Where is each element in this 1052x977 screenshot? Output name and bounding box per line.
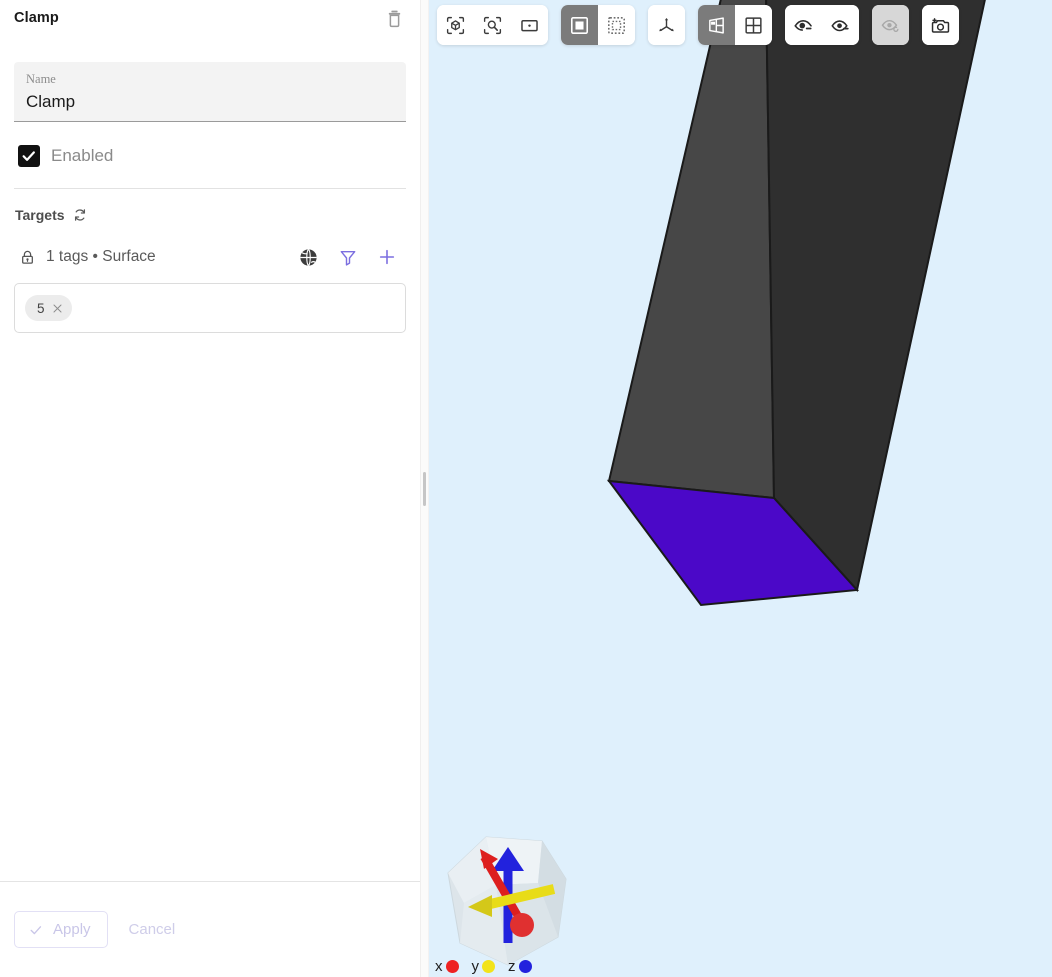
targets-summary-left: 1 tags • Surface [19, 248, 298, 267]
page-title: Clamp [14, 10, 59, 26]
viewport-toolbar [437, 5, 959, 45]
show-selected-icon [831, 19, 849, 31]
axis-label-y: y [471, 958, 480, 975]
targets-summary-row: 1 tags • Surface [14, 239, 406, 275]
targets-chip-input[interactable]: 5 [14, 283, 406, 333]
toolbar-group-visibility [785, 5, 859, 45]
toolbar-group-axes [648, 5, 685, 45]
select-box-icon [608, 16, 625, 34]
axis-color-z [518, 960, 532, 973]
toolbar-group-view-fit [437, 5, 548, 45]
close-icon [53, 303, 62, 313]
add-camera-icon [931, 17, 950, 33]
refresh-icon [75, 208, 86, 221]
plus-icon [379, 249, 395, 265]
axis-label-z: z [508, 958, 516, 975]
check-icon [22, 151, 35, 161]
fit-to-window-icon [521, 19, 538, 31]
add-target-button[interactable] [377, 247, 397, 267]
toolbar-group-snapshot [922, 5, 959, 45]
hide-selected-button[interactable] [785, 5, 822, 45]
shaded-perspective-button[interactable] [698, 5, 735, 45]
name-field[interactable]: Name Clamp [14, 62, 406, 122]
trash-icon [388, 10, 400, 27]
shaded-perspective-icon [709, 16, 724, 34]
select-solid-icon [571, 16, 588, 34]
application-root: Clamp Name Clamp Enabled Targets 1 tags … [0, 0, 1052, 977]
filter-button[interactable] [338, 247, 358, 268]
fit-to-object-icon [446, 16, 465, 34]
reset-visibility-button[interactable] [872, 5, 909, 45]
fit-to-object-button[interactable] [437, 5, 474, 45]
axis-legend: x y z [435, 958, 532, 975]
select-box-button[interactable] [598, 5, 635, 45]
panel-splitter[interactable] [420, 0, 429, 977]
target-chip-label: 5 [37, 300, 45, 316]
check-icon [30, 925, 42, 934]
zoom-to-selection-icon [483, 16, 502, 34]
viewport-3d[interactable]: x y z [429, 0, 1052, 977]
axis-gizmo[interactable] [434, 825, 584, 975]
splitter-grip[interactable] [423, 471, 426, 506]
axis-color-y [482, 960, 495, 973]
enabled-label: Enabled [51, 146, 114, 165]
name-field-label: Name [26, 72, 56, 86]
filter-icon [340, 250, 356, 266]
targets-section-header: Targets [14, 206, 406, 223]
target-chip-remove-button[interactable] [50, 301, 65, 316]
name-field-value: Clamp [26, 92, 76, 111]
cancel-button[interactable]: Cancel [116, 911, 189, 948]
properties-panel: Clamp Name Clamp Enabled Targets 1 tags … [0, 0, 420, 977]
panel-body: Name Clamp Enabled Targets 1 tags • Surf… [0, 56, 420, 881]
lock-icon-wrapper [19, 248, 36, 267]
show-selected-button[interactable] [822, 5, 859, 45]
axes-triad-button[interactable] [648, 5, 685, 45]
axis-label-x: x [435, 958, 443, 975]
targets-title: Targets [15, 206, 65, 223]
target-chip[interactable]: 5 [25, 295, 72, 321]
globe-button[interactable] [298, 247, 319, 268]
grid-view-icon [745, 16, 762, 34]
targets-summary-text: 1 tags • Surface [46, 248, 156, 265]
beam-side-face [765, 0, 986, 593]
toolbar-group-reset-visibility [872, 5, 909, 45]
fit-to-window-button[interactable] [511, 5, 548, 45]
apply-button[interactable]: Apply [14, 911, 108, 948]
grid-view-button[interactable] [735, 5, 772, 45]
hide-selected-icon [794, 19, 812, 31]
panel-footer: Apply Cancel [0, 881, 420, 977]
zoom-to-selection-button[interactable] [474, 5, 511, 45]
axis-color-x [445, 960, 459, 973]
globe-icon [300, 248, 317, 266]
enabled-checkbox[interactable] [18, 145, 40, 167]
reset-visibility-icon [881, 19, 899, 32]
beam-front-face [607, 0, 776, 500]
enabled-checkbox-row[interactable]: Enabled [14, 135, 406, 177]
toolbar-group-selection-mode [561, 5, 635, 45]
panel-header: Clamp [0, 0, 420, 56]
section-divider [14, 188, 406, 189]
add-camera-button[interactable] [922, 5, 959, 45]
targets-actions [298, 247, 402, 268]
toolbar-group-display-mode [698, 5, 772, 45]
lock-icon [22, 250, 33, 264]
axes-triad-icon [659, 17, 674, 31]
select-solid-button[interactable] [561, 5, 598, 45]
refresh-targets-button[interactable] [72, 206, 89, 223]
delete-button[interactable] [382, 6, 406, 30]
apply-button-label: Apply [53, 921, 91, 938]
